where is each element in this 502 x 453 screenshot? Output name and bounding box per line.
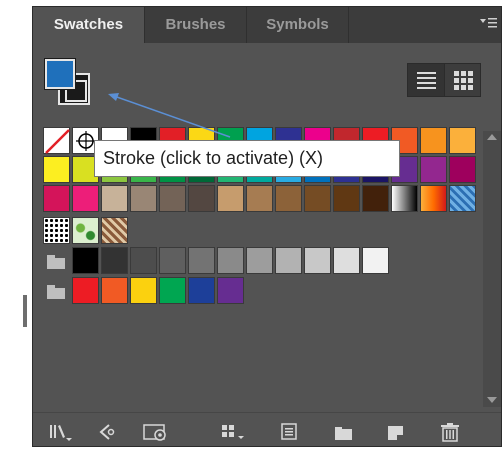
color-swatch[interactable] <box>362 247 389 274</box>
swatch-options-icon[interactable] <box>141 421 167 443</box>
swatches-panel: Swatches Brushes Symbols <box>32 6 502 447</box>
color-swatch[interactable] <box>159 277 186 304</box>
pattern-swatch[interactable] <box>72 217 99 244</box>
panel-resize-grip[interactable] <box>23 295 27 327</box>
color-swatch[interactable] <box>101 247 128 274</box>
color-swatch[interactable] <box>217 277 244 304</box>
color-swatch[interactable] <box>246 185 273 212</box>
color-swatch[interactable] <box>449 127 476 154</box>
color-swatch[interactable] <box>159 247 186 274</box>
color-swatch[interactable] <box>43 156 70 183</box>
color-swatch[interactable] <box>188 247 215 274</box>
fill-swatch[interactable] <box>44 58 76 90</box>
color-swatch[interactable] <box>101 185 128 212</box>
panel-bottom-toolbar <box>33 412 501 446</box>
color-swatch[interactable] <box>217 247 244 274</box>
trash-icon[interactable] <box>437 421 463 443</box>
color-swatch[interactable] <box>72 247 99 274</box>
color-swatch[interactable] <box>333 185 360 212</box>
color-group-folder-icon[interactable] <box>43 277 70 304</box>
left-edge <box>0 0 26 453</box>
grid-view-icon[interactable] <box>445 64 481 96</box>
color-swatch[interactable] <box>130 185 157 212</box>
color-swatch[interactable] <box>420 127 447 154</box>
color-swatch[interactable] <box>217 185 244 212</box>
tab-swatches[interactable]: Swatches <box>33 7 145 43</box>
stroke-tooltip: Stroke (click to activate) (X) <box>94 140 400 177</box>
color-swatch[interactable] <box>188 277 215 304</box>
scroll-down-icon[interactable] <box>487 397 497 403</box>
color-swatch[interactable] <box>304 185 331 212</box>
new-swatch-options-icon[interactable] <box>277 421 303 443</box>
scrollbar[interactable] <box>483 131 501 407</box>
swatch-libraries-icon[interactable] <box>47 421 73 443</box>
gradient-swatch[interactable] <box>449 185 476 212</box>
new-folder-icon[interactable] <box>331 421 357 443</box>
panel-tabbar: Swatches Brushes Symbols <box>33 7 501 43</box>
color-swatch[interactable] <box>130 277 157 304</box>
color-swatch[interactable] <box>72 185 99 212</box>
panel-menu-icon[interactable] <box>479 16 499 34</box>
view-toggle <box>407 63 481 97</box>
color-swatch[interactable] <box>130 247 157 274</box>
pattern-swatch[interactable] <box>101 217 128 244</box>
pattern-swatch[interactable] <box>43 217 70 244</box>
tab-brushes[interactable]: Brushes <box>145 7 247 43</box>
new-color-group-icon[interactable] <box>219 421 245 443</box>
color-swatch[interactable] <box>304 247 331 274</box>
color-swatch[interactable] <box>188 185 215 212</box>
color-swatch[interactable] <box>333 247 360 274</box>
color-swatch[interactable] <box>43 185 70 212</box>
color-swatch[interactable] <box>72 277 99 304</box>
color-swatch[interactable] <box>101 277 128 304</box>
color-swatch[interactable] <box>275 247 302 274</box>
show-swatch-kinds-icon[interactable] <box>95 421 121 443</box>
new-swatch-icon[interactable] <box>383 421 409 443</box>
color-swatch[interactable] <box>246 247 273 274</box>
none-swatch[interactable] <box>43 127 70 154</box>
color-swatch[interactable] <box>420 156 447 183</box>
color-swatch[interactable] <box>449 156 476 183</box>
scroll-up-icon[interactable] <box>487 134 497 140</box>
color-swatch[interactable] <box>362 185 389 212</box>
color-group-folder-icon[interactable] <box>43 247 70 274</box>
gradient-swatch[interactable] <box>391 185 418 212</box>
color-swatch[interactable] <box>275 185 302 212</box>
gradient-swatch[interactable] <box>420 185 447 212</box>
tab-symbols[interactable]: Symbols <box>247 7 349 43</box>
list-view-icon[interactable] <box>408 64 445 96</box>
color-swatch[interactable] <box>159 185 186 212</box>
